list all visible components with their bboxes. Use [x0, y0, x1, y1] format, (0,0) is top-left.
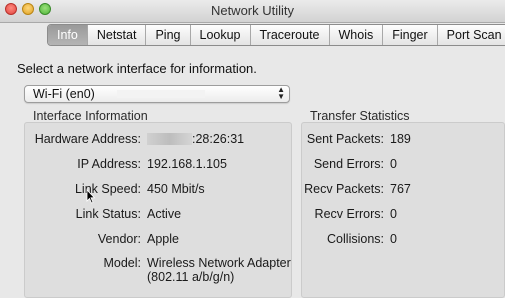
- tab-bar: Info Netstat Ping Lookup Traceroute Whoi…: [47, 24, 505, 46]
- transfer-statistics-title: Transfer Statistics: [310, 109, 410, 123]
- tab-lookup[interactable]: Lookup: [189, 25, 250, 45]
- ip-address-value: 192.168.1.105: [147, 157, 227, 171]
- transfer-statistics-panel: Sent Packets: 189 Send Errors: 0 Recv Pa…: [301, 122, 505, 298]
- tab-traceroute[interactable]: Traceroute: [249, 25, 329, 45]
- link-speed-label: Link Speed:: [74, 182, 141, 196]
- vendor-value: Apple: [147, 232, 179, 246]
- model-value-line2: (802.11 a/b/g/n): [147, 270, 235, 284]
- link-status-value: Active: [147, 207, 182, 221]
- title-bar: Network Utility: [0, 0, 505, 23]
- tab-finger[interactable]: Finger: [382, 25, 436, 45]
- up-down-chevron-icon: ▲ ▼: [277, 85, 285, 101]
- ip-address-label: IP Address:: [77, 157, 141, 171]
- hardware-address-value: :28:26:31: [192, 132, 245, 146]
- tab-ping[interactable]: Ping: [145, 25, 189, 45]
- tab-whois[interactable]: Whois: [328, 25, 383, 45]
- link-status-label: Link Status:: [75, 207, 141, 221]
- recv-packets-label: Recv Packets:: [304, 182, 384, 196]
- sent-packets-value: 189: [390, 132, 411, 146]
- link-speed-value: 450 Mbit/s: [147, 182, 205, 196]
- tab-netstat[interactable]: Netstat: [86, 25, 146, 45]
- redacted-region: [147, 133, 192, 145]
- vendor-label: Vendor:: [97, 232, 141, 246]
- model-label: Model:: [103, 256, 141, 270]
- recv-errors-value: 0: [390, 207, 397, 221]
- tab-info[interactable]: Info: [48, 25, 87, 45]
- interface-information-panel: Hardware Address: :28:26:31 IP Address: …: [24, 122, 292, 298]
- sent-packets-label: Sent Packets:: [306, 132, 384, 146]
- send-errors-value: 0: [390, 157, 397, 171]
- collisions-label: Collisions:: [327, 232, 384, 246]
- redacted-region: [117, 90, 205, 98]
- send-errors-label: Send Errors:: [313, 157, 384, 171]
- recv-errors-label: Recv Errors:: [314, 207, 384, 221]
- interface-prompt: Select a network interface for informati…: [17, 61, 257, 76]
- interface-information-title: Interface Information: [33, 109, 148, 123]
- network-utility-window: Network Utility Info Netstat Ping Lookup…: [0, 0, 505, 298]
- collisions-value: 0: [390, 232, 397, 246]
- model-value-line1: Wireless Network Adapter: [147, 256, 291, 270]
- hardware-address-value-wrap: :28:26:31: [147, 132, 244, 146]
- hardware-address-label: Hardware Address:: [34, 132, 141, 146]
- interface-select-value: Wi-Fi (en0): [33, 87, 95, 101]
- interface-select[interactable]: Wi-Fi (en0) ▲ ▼: [24, 85, 290, 103]
- mouse-pointer-icon: [86, 189, 96, 204]
- window-title: Network Utility: [210, 3, 295, 18]
- recv-packets-value: 767: [390, 182, 411, 196]
- tab-port-scan[interactable]: Port Scan: [436, 25, 505, 45]
